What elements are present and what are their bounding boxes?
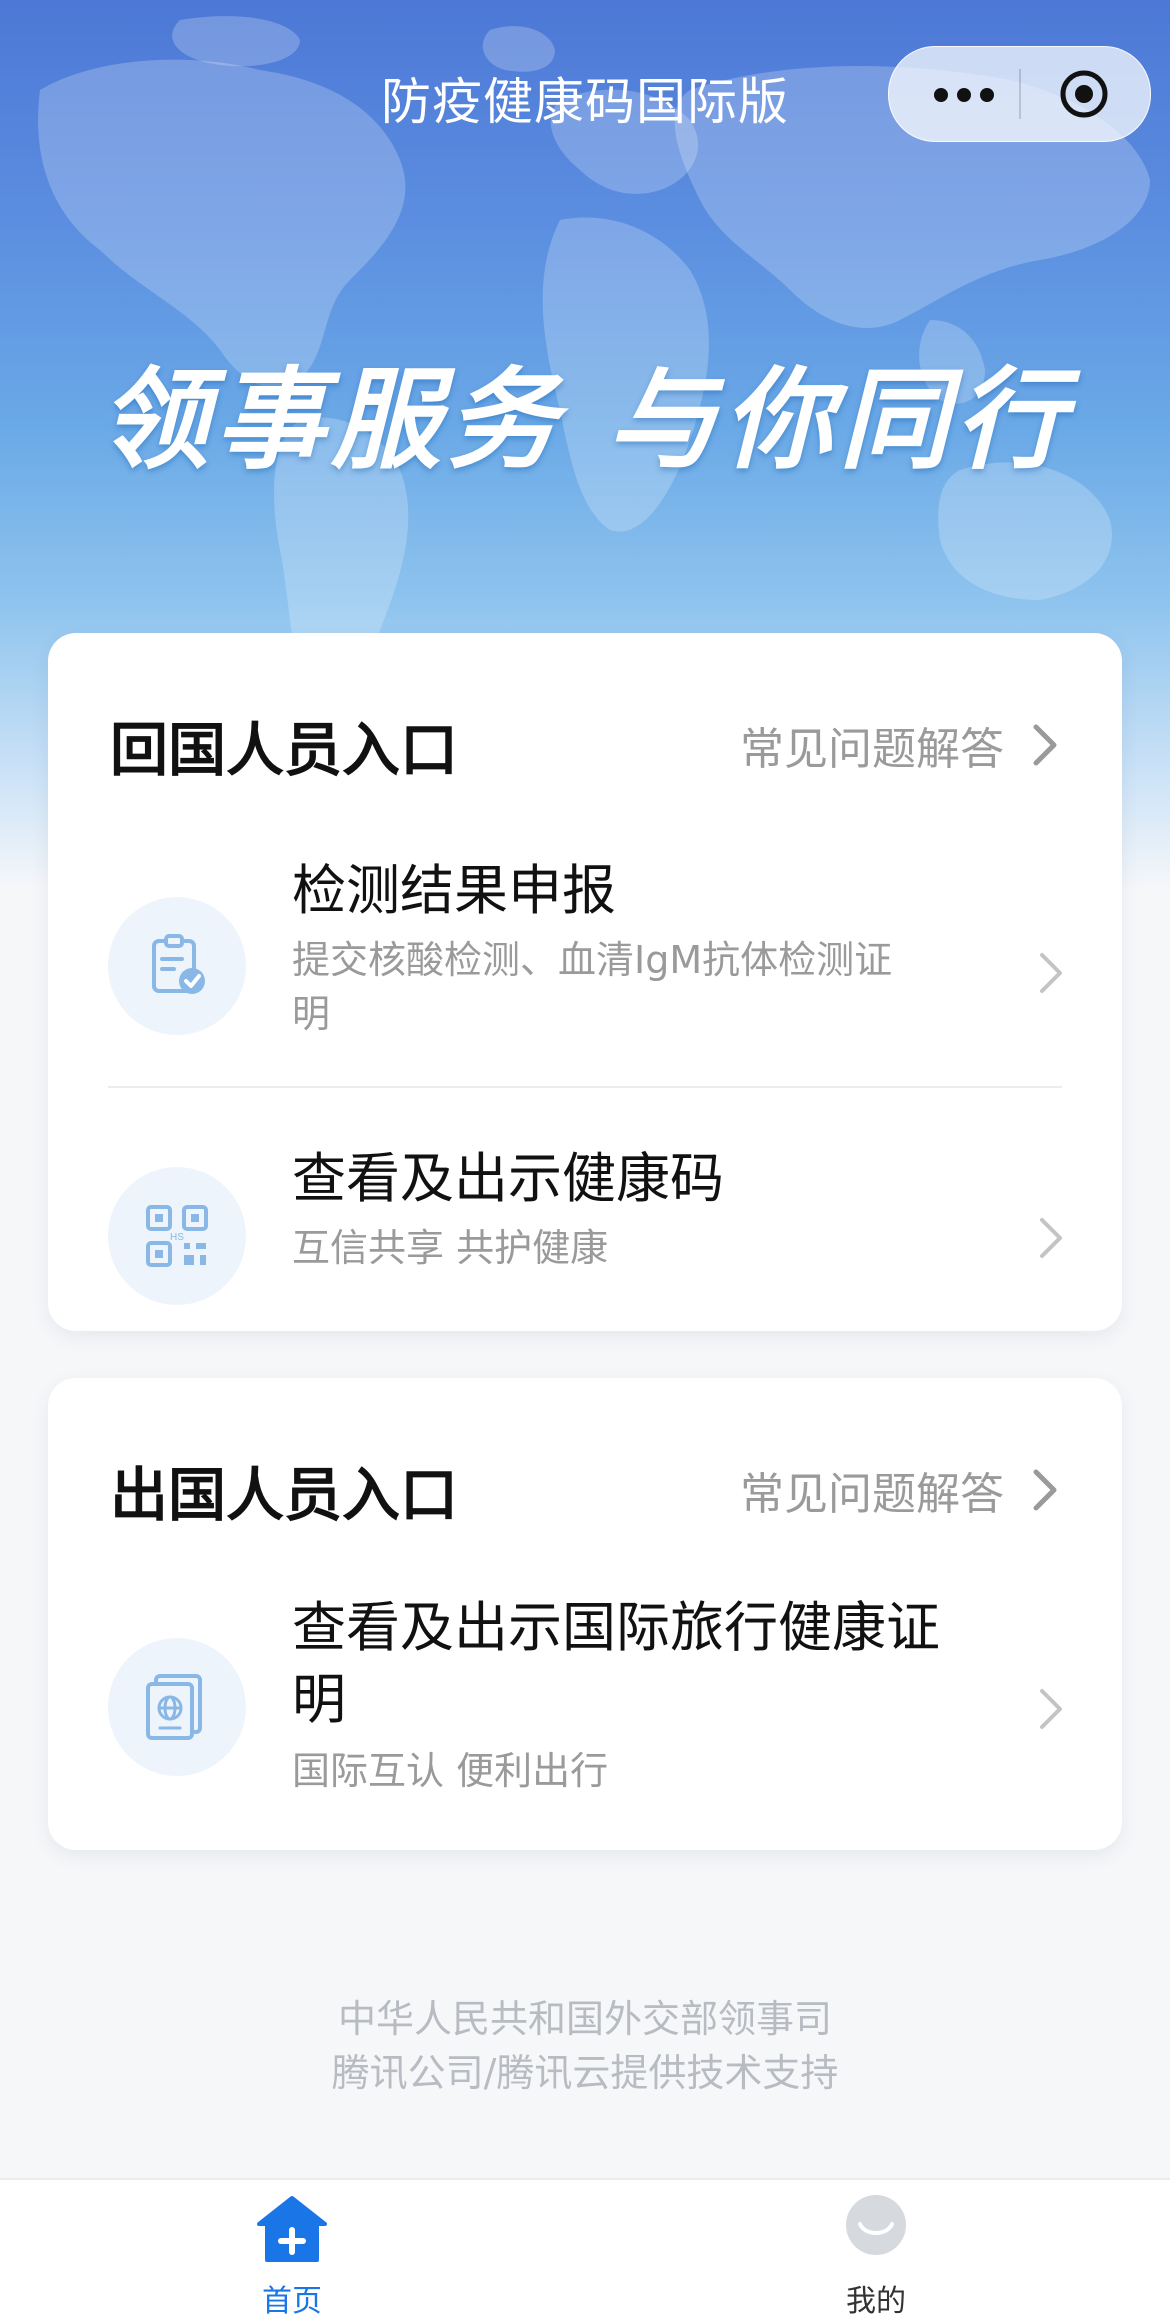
more-options-icon[interactable] — [929, 75, 999, 115]
return-entry-title: 回国人员入口 — [110, 716, 459, 784]
tab-mine-label: 我的 — [846, 2284, 906, 2319]
exit-entry-card: 出国人员入口 常见问题解答 查看及出示国际旅行健康证 明 国际互认 便利出行 — [48, 1378, 1122, 1850]
item-subtitle-cont: 明 — [292, 992, 331, 1036]
exit-entry-title: 出国人员入口 — [110, 1461, 459, 1529]
view-travel-health-cert-item[interactable]: 查看及出示国际旅行健康证 明 国际互认 便利出行 — [48, 1578, 1122, 1840]
tab-home-label: 首页 — [262, 2284, 322, 2319]
clipboard-check-icon — [108, 897, 246, 1035]
chevron-right-icon — [1040, 1218, 1062, 1258]
faq-label: 常见问题解答 — [740, 724, 1004, 775]
return-faq-link[interactable]: 常见问题解答 — [740, 713, 1058, 777]
item-title-cont: 明 — [292, 1668, 346, 1731]
item-title: 查看及出示健康码 — [292, 1147, 724, 1210]
svg-text:HS: HS — [170, 1232, 184, 1243]
item-title: 查看及出示国际旅行健康证 — [292, 1596, 940, 1659]
return-entry-card: 回国人员入口 常见问题解答 检测结果申报 提交核酸检测、血清IgM抗体检测证 明 — [48, 633, 1122, 1331]
bottom-tab-bar: 首页 我的 — [0, 2178, 1170, 2324]
chevron-right-icon — [1040, 1689, 1062, 1729]
close-miniprogram-icon[interactable] — [1059, 69, 1109, 119]
faq-label: 常见问题解答 — [740, 1469, 1004, 1520]
home-plus-icon — [257, 2196, 327, 2262]
tab-mine[interactable]: 我的 — [776, 2180, 976, 2324]
footer-tech-support-text: 腾讯公司/腾讯云提供技术支持 — [331, 2051, 839, 2095]
item-subtitle: 国际互认 便利出行 — [292, 1749, 609, 1793]
chevron-right-icon — [1033, 1469, 1057, 1511]
test-result-report-item[interactable]: 检测结果申报 提交核酸检测、血清IgM抗体检测证 明 — [48, 833, 1122, 1101]
profile-avatar-icon — [846, 2195, 906, 2255]
view-health-code-item[interactable]: HS 查看及出示健康码 互信共享 共护健康 — [48, 1103, 1122, 1321]
chevron-right-icon — [1033, 724, 1057, 766]
hero-slogan: 领事服务 与你同行 — [98, 356, 1072, 484]
health-qr-code-icon: HS — [108, 1167, 246, 1305]
tab-home[interactable]: 首页 — [192, 2180, 392, 2324]
capsule-divider — [1019, 69, 1021, 119]
footer-ministry-text: 中华人民共和国外交部领事司 — [337, 1997, 832, 2041]
passport-icon — [108, 1638, 246, 1776]
chevron-right-icon — [1040, 953, 1062, 993]
exit-faq-link[interactable]: 常见问题解答 — [740, 1458, 1058, 1522]
item-title: 检测结果申报 — [292, 859, 616, 922]
mini-program-capsule[interactable] — [888, 46, 1151, 142]
row-divider — [108, 1086, 1062, 1088]
item-subtitle: 提交核酸检测、血清IgM抗体检测证 — [292, 938, 893, 982]
item-subtitle: 互信共享 共护健康 — [292, 1226, 609, 1270]
